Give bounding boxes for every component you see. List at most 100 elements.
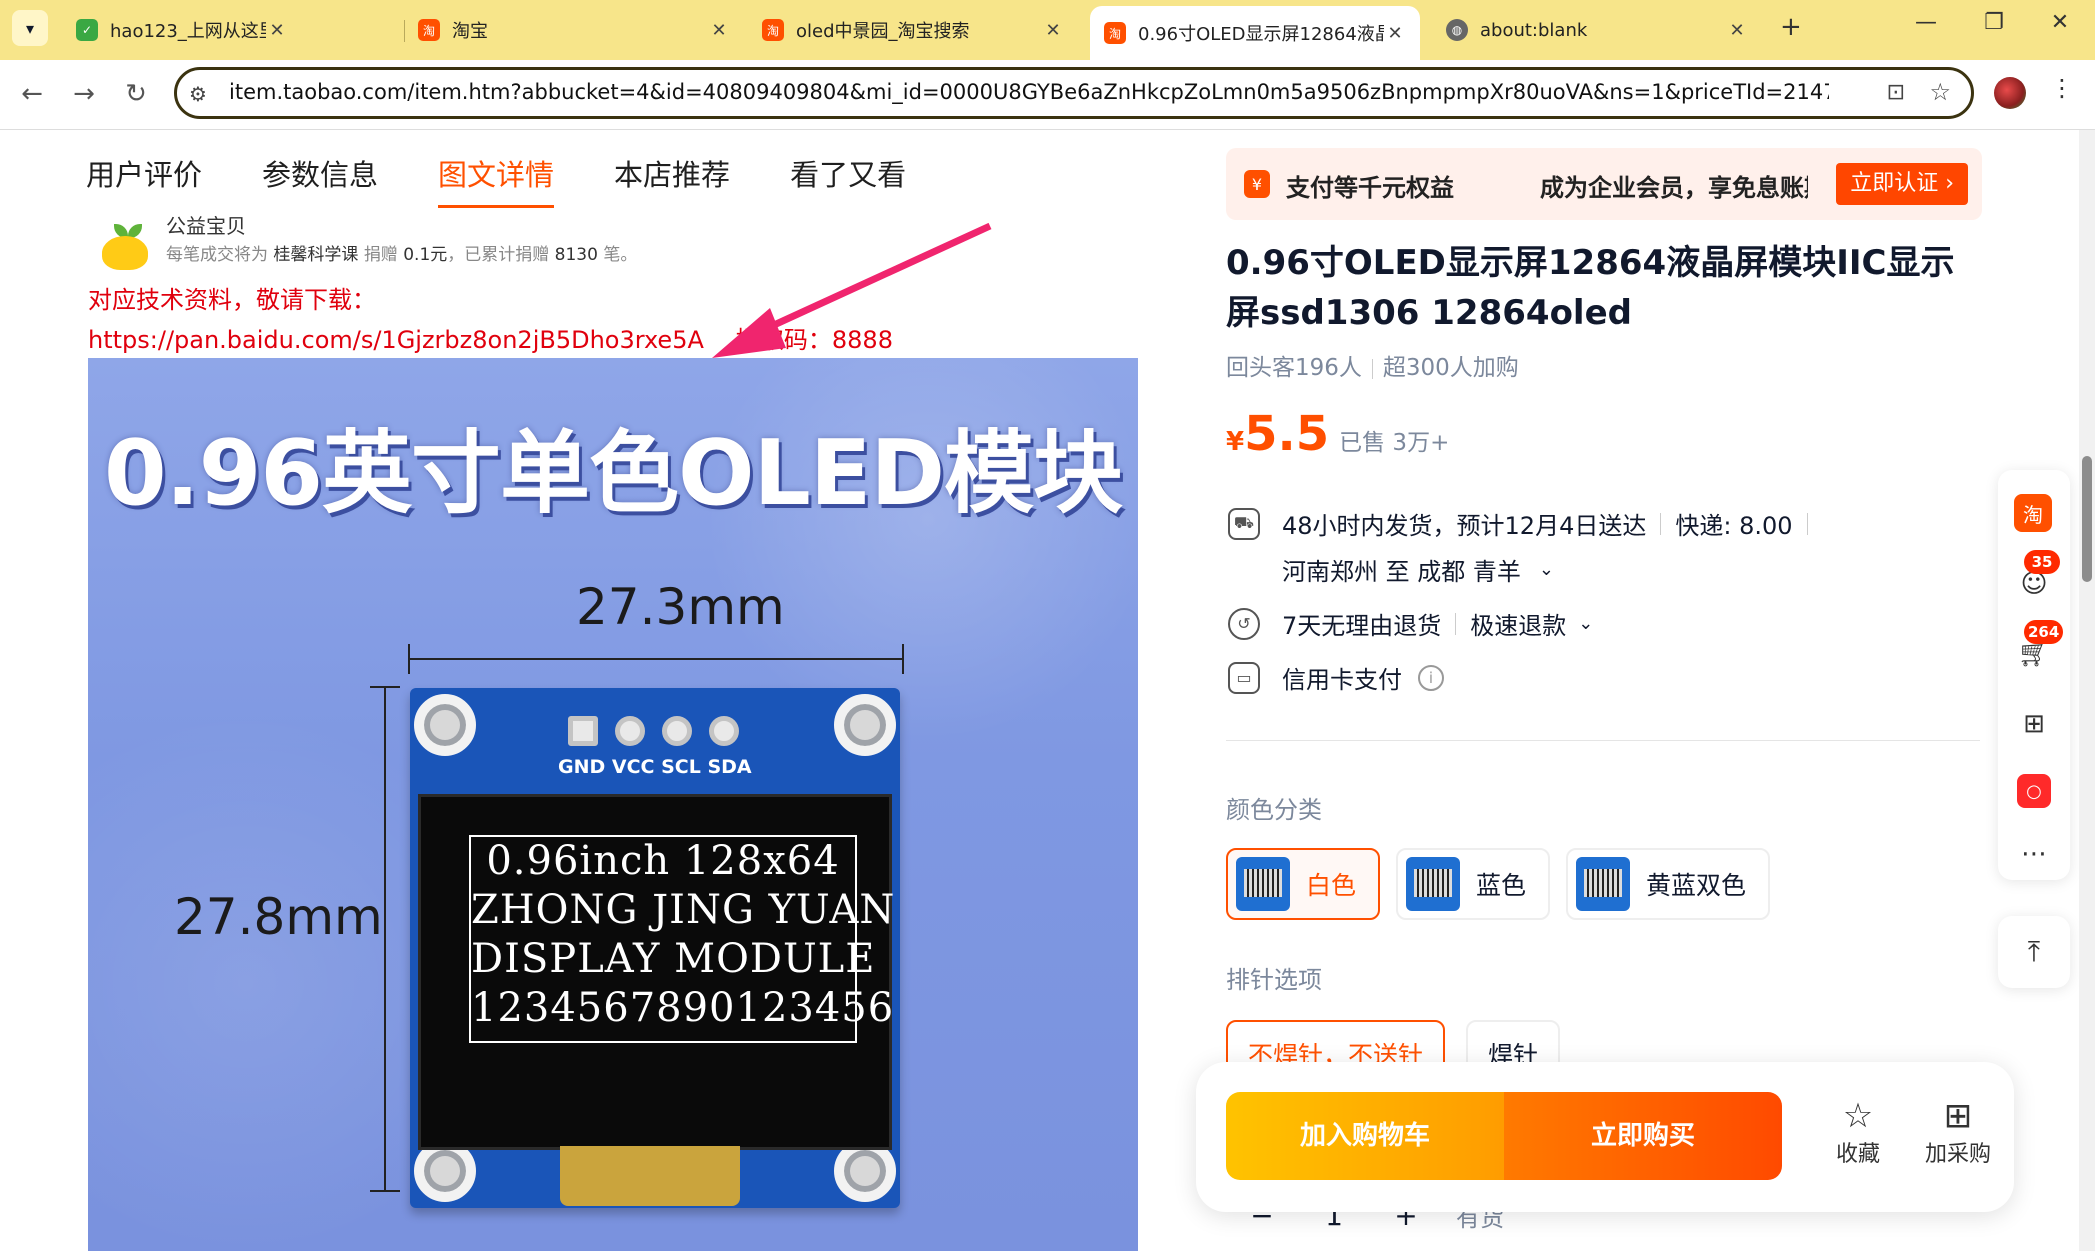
tab-taobao[interactable]: 淘 淘宝 ✕ bbox=[404, 8, 744, 52]
window-close-icon[interactable]: ✕ bbox=[2040, 10, 2080, 35]
annotation-arrow-icon bbox=[712, 222, 992, 358]
back-to-top-icon[interactable]: ⤒ bbox=[1998, 916, 2070, 988]
payment-row: ▭ 信用卡支付 i bbox=[1228, 660, 1444, 695]
chevron-down-icon[interactable]: ⌄ bbox=[1539, 559, 1554, 580]
color-label: 颜色分类 bbox=[1226, 796, 1322, 824]
enterprise-promo-banner[interactable]: ¥ 支付等千元权益 成为企业会员，享免息账期 立即认证 › bbox=[1226, 148, 1982, 220]
restore-icon[interactable]: ❐ bbox=[1974, 10, 2014, 35]
purchase-label: 加采购 bbox=[1924, 1142, 1991, 1167]
pin-labels: GND VCC SCL SDA bbox=[558, 756, 752, 778]
flex-cable bbox=[560, 1146, 740, 1206]
dimension-tick bbox=[370, 1190, 400, 1192]
header-pin bbox=[615, 716, 645, 746]
color-option-blue[interactable]: 蓝色 bbox=[1396, 848, 1551, 920]
credit-card-icon: ▭ bbox=[1228, 661, 1260, 694]
route-text[interactable]: 河南郑州 至 成都 青羊 bbox=[1282, 552, 1521, 587]
taobao-icon: 淘 bbox=[1104, 22, 1126, 44]
tab-graphic-details[interactable]: 图文详情 bbox=[438, 152, 555, 208]
url-text[interactable]: item.taobao.com/item.htm?abbucket=4&id=4… bbox=[229, 80, 1829, 104]
taobao-icon: 淘 bbox=[762, 19, 784, 41]
close-icon[interactable]: ✕ bbox=[1726, 20, 1748, 41]
option-thumbnail bbox=[1576, 857, 1630, 911]
option-label: 白色 bbox=[1306, 871, 1357, 900]
header-pin bbox=[662, 716, 692, 746]
info-icon[interactable]: i bbox=[1418, 664, 1444, 691]
color-option-yellow-blue[interactable]: 黄蓝双色 bbox=[1566, 848, 1771, 920]
verify-now-button[interactable]: 立即认证 › bbox=[1836, 163, 1968, 205]
favorite-button[interactable]: ☆ 收藏 bbox=[1818, 1096, 1898, 1168]
buy-now-button[interactable]: 立即购买 bbox=[1504, 1092, 1782, 1180]
browser-tabbar: ▾ ✓ hao123_上网从这里开始 ✕ 淘 淘宝 ✕ 淘 oled中景园_淘宝… bbox=[0, 0, 2095, 60]
dimension-tick bbox=[370, 686, 400, 688]
tab-about-blank[interactable]: ◍ about:blank ✕ bbox=[1432, 8, 1762, 52]
tab-hao123[interactable]: ✓ hao123_上网从这里开始 ✕ bbox=[62, 8, 302, 52]
returns-text: 7天无理由退货 bbox=[1282, 612, 1442, 640]
more-icon[interactable]: ⋯ bbox=[2014, 834, 2054, 874]
charity-logo-icon bbox=[100, 224, 152, 270]
bookmark-star-icon[interactable]: ☆ bbox=[1929, 78, 1951, 106]
oled-line: 1234567890123456 bbox=[471, 985, 895, 1031]
refund-text[interactable]: 极速退款 bbox=[1470, 606, 1566, 641]
product-title: 0.96寸OLED显示屏12864液晶屏模块IIC显示屏ssd1306 1286… bbox=[1226, 243, 1955, 333]
red-packet-icon[interactable]: ○ bbox=[2017, 774, 2051, 808]
tab-title: hao123_上网从这里开始 bbox=[110, 21, 266, 42]
scrollbar-thumb[interactable] bbox=[2082, 456, 2092, 582]
close-icon[interactable]: ✕ bbox=[708, 20, 730, 41]
taobao-home-icon[interactable]: 淘 bbox=[2014, 494, 2052, 532]
back-icon[interactable]: ← bbox=[14, 76, 50, 112]
oled-line: ZHONG JING YUAN bbox=[471, 887, 896, 933]
chevron-down-icon: ▾ bbox=[25, 18, 35, 38]
sold-count: 已售 3万+ bbox=[1339, 430, 1450, 456]
tab-oled-search[interactable]: 淘 oled中景园_淘宝搜索 ✕ bbox=[748, 8, 1078, 52]
header-pin bbox=[709, 716, 739, 746]
floating-sidebar: 淘 ☺ 35 🛒︎ 264 ⊞ ○ ⋯ bbox=[1998, 470, 2070, 880]
tab-shop-recommend[interactable]: 本店推荐 bbox=[614, 152, 730, 208]
tab-also-viewed[interactable]: 看了又看 bbox=[790, 152, 906, 208]
purchase-list-icon: ⊞ bbox=[1943, 1096, 1973, 1136]
price-block: ¥5.5 已售 3万+ bbox=[1226, 406, 1449, 462]
shipping-fee: 快递: 8.00 bbox=[1675, 512, 1793, 540]
chevron-down-icon[interactable]: ⌄ bbox=[1578, 613, 1593, 634]
tab-search-button[interactable]: ▾ bbox=[12, 10, 48, 46]
shipping-text: 48小时内发货，预计12月4日送达 bbox=[1282, 512, 1647, 540]
close-icon[interactable]: ✕ bbox=[266, 20, 288, 41]
star-icon: ☆ bbox=[1842, 1096, 1874, 1136]
cart-badge: 264 bbox=[2024, 620, 2064, 644]
site-settings-icon[interactable]: ⚙ bbox=[189, 82, 207, 106]
shipping-row: ⛟ 48小时内发货，预计12月4日送达 快递: 8.00 bbox=[1228, 506, 1822, 541]
close-icon[interactable]: ✕ bbox=[1384, 23, 1406, 44]
address-bar[interactable]: ⚙ item.taobao.com/item.htm?abbucket=4&id… bbox=[174, 67, 1974, 119]
profile-avatar[interactable] bbox=[1994, 77, 2026, 109]
lens-icon[interactable]: ⊡ bbox=[1887, 80, 1905, 105]
page-content: 用户评价 参数信息 图文详情 本店推荐 看了又看 公益宝贝 每笔成交将为 桂馨科… bbox=[0, 130, 2095, 1251]
favorite-label: 收藏 bbox=[1835, 1142, 1880, 1167]
reload-icon[interactable]: ↻ bbox=[118, 76, 154, 112]
close-icon[interactable]: ✕ bbox=[1042, 20, 1064, 41]
add-purchase-button[interactable]: ⊞ 加采购 bbox=[1918, 1096, 1998, 1168]
added-to-cart-count: 超300人加购 bbox=[1382, 355, 1519, 381]
forward-icon[interactable]: → bbox=[66, 76, 102, 112]
charity-desc: 每笔成交将为 桂馨科学课 捐赠 0.1元，已累计捐赠 8130 笔。 bbox=[166, 245, 638, 265]
browser-toolbar: ← → ↻ ⚙ item.taobao.com/item.htm?abbucke… bbox=[0, 60, 2095, 130]
tab-title: about:blank bbox=[1480, 19, 1588, 41]
scrollbar-track[interactable] bbox=[2079, 130, 2095, 1251]
tab-parameters[interactable]: 参数信息 bbox=[262, 152, 378, 208]
menu-kebab-icon[interactable]: ⋮ bbox=[2050, 74, 2074, 102]
color-option-white[interactable]: 白色 bbox=[1226, 848, 1381, 920]
repeat-buyers: 回头客196人 bbox=[1226, 355, 1362, 381]
header-pin bbox=[568, 716, 598, 746]
width-label: 27.3mm bbox=[576, 578, 785, 636]
price-value: 5.5 bbox=[1244, 406, 1330, 462]
tab-product-active[interactable]: 淘 0.96寸OLED显示屏12864液晶 ✕ bbox=[1090, 6, 1420, 60]
baidu-link[interactable]: https://pan.baidu.com/s/1Gjzrbz8on2jB5Dh… bbox=[88, 326, 704, 354]
add-to-cart-button[interactable]: 加入购物车 bbox=[1226, 1092, 1504, 1180]
apps-grid-icon[interactable]: ⊞ bbox=[2014, 704, 2054, 744]
truck-icon: ⛟ bbox=[1228, 507, 1260, 540]
minimize-icon[interactable]: — bbox=[1906, 10, 1946, 35]
tab-user-reviews[interactable]: 用户评价 bbox=[86, 152, 202, 208]
new-tab-icon[interactable]: + bbox=[1780, 12, 1802, 42]
height-dimension-line bbox=[384, 686, 386, 1192]
messages-badge: 35 bbox=[2024, 550, 2060, 574]
pin-option-label: 排针选项 bbox=[1226, 966, 1322, 994]
route-row[interactable]: 河南郑州 至 成都 青羊 ⌄ bbox=[1282, 552, 1554, 587]
